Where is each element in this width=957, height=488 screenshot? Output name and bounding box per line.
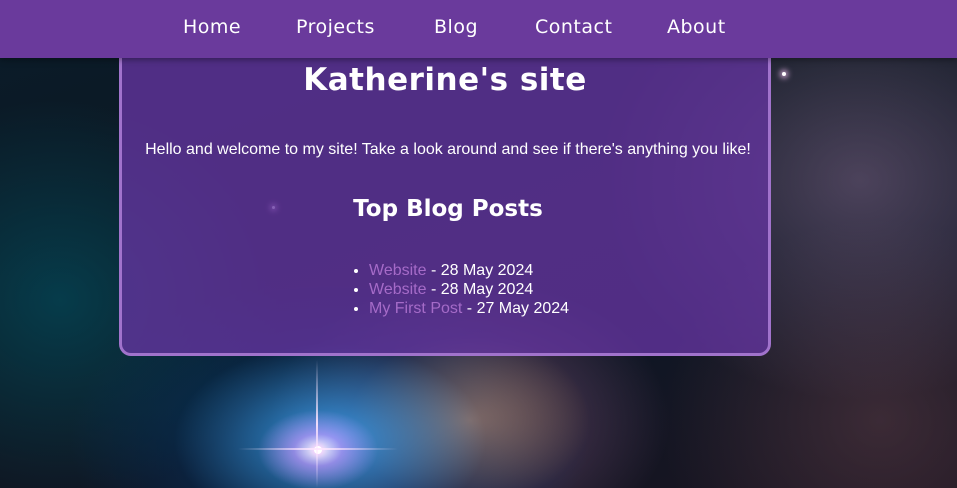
nav-link-projects[interactable]: Projects — [296, 16, 375, 38]
main-content-card: Katherine's site Hello and welcome to my… — [119, 40, 771, 356]
background-flare — [316, 360, 318, 488]
background-flare — [238, 448, 398, 450]
blog-post-link[interactable]: Website — [369, 262, 427, 279]
list-item: Website - 28 May 2024 — [369, 261, 569, 280]
nav-link-home[interactable]: Home — [183, 16, 241, 38]
background-star — [782, 72, 786, 76]
welcome-message: Hello and welcome to my site! Take a loo… — [145, 141, 751, 158]
blog-post-date: - 28 May 2024 — [426, 262, 534, 279]
blog-post-link[interactable]: My First Post — [369, 300, 462, 317]
page-title: Katherine's site — [303, 62, 587, 98]
top-blog-posts-heading: Top Blog Posts — [353, 196, 543, 222]
nav-link-contact[interactable]: Contact — [535, 16, 612, 38]
list-item: My First Post - 27 May 2024 — [369, 299, 569, 318]
blog-post-date: - 27 May 2024 — [462, 300, 570, 317]
top-navigation-bar: Home Projects Blog Contact About — [0, 0, 957, 58]
nav-link-blog[interactable]: Blog — [434, 16, 478, 38]
nav-link-about[interactable]: About — [667, 16, 726, 38]
blog-post-link[interactable]: Website — [369, 281, 427, 298]
list-item: Website - 28 May 2024 — [369, 280, 569, 299]
top-blog-posts-list: Website - 28 May 2024 Website - 28 May 2… — [351, 261, 569, 318]
blog-post-date: - 28 May 2024 — [426, 281, 534, 298]
